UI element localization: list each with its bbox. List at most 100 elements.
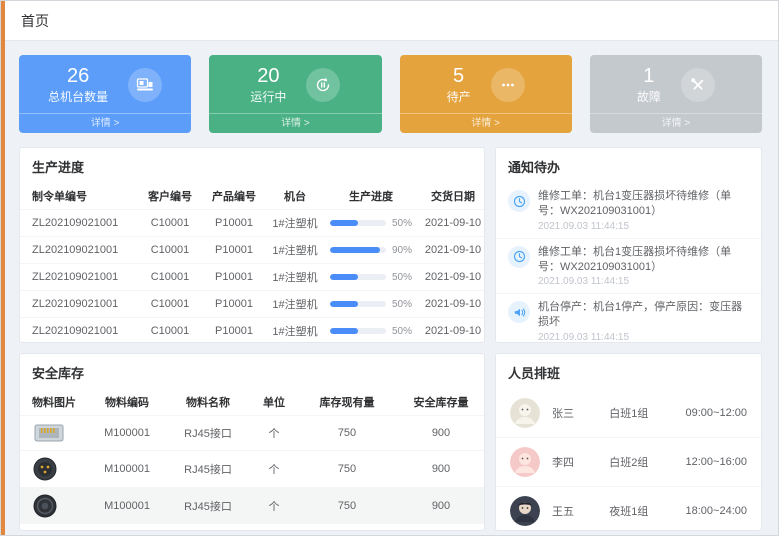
order-number: ZL202109021001 bbox=[20, 291, 138, 318]
delivery-date: 2021-09-10 bbox=[418, 291, 485, 318]
staff-schedule-panel: 人员排班 张三 白班1组 09:00~12:00 李四 白班2组 12:00~1… bbox=[495, 353, 762, 531]
production-table: 制令单编号 客户编号 产品编号 机台 生产进度 交货日期 ZL202109021… bbox=[20, 183, 485, 343]
notice-item[interactable]: 机台停产：机台1停产，停产原因：变压器损坏 2021.09.03 11:44:1… bbox=[496, 293, 761, 343]
material-image-cell bbox=[20, 451, 86, 488]
progress-percent: 50% bbox=[392, 218, 412, 229]
column-header: 库存现有量 bbox=[300, 389, 394, 416]
progress-bar: 50% bbox=[327, 326, 415, 337]
table-row: ZL202109021001 C10001 P10001 1#注塑机 90% 2… bbox=[20, 237, 485, 264]
column-header: 单位 bbox=[248, 389, 300, 416]
speaker-part-image bbox=[32, 493, 58, 519]
product-number: P10001 bbox=[202, 237, 266, 264]
progress-bar: 50% bbox=[327, 218, 415, 229]
column-header: 机台 bbox=[266, 183, 324, 210]
page-header: 首页 bbox=[1, 1, 778, 41]
speaker-icon bbox=[508, 301, 530, 323]
material-unit: 个 bbox=[248, 488, 300, 525]
stat-value: 26 bbox=[48, 65, 108, 88]
column-header: 安全库存量 bbox=[394, 389, 485, 416]
column-header: 生产进度 bbox=[324, 183, 418, 210]
detail-link[interactable]: 详情 > bbox=[590, 113, 762, 133]
table-row: ZL202109021001 C10001 P10001 1#注塑机 50% 2… bbox=[20, 264, 485, 291]
stock-quantity: 750 bbox=[300, 451, 394, 488]
panel-title: 通知待办 bbox=[496, 148, 761, 183]
stock-quantity: 750 bbox=[300, 416, 394, 451]
panel-title: 生产进度 bbox=[20, 148, 484, 183]
delivery-date: 2021-09-10 bbox=[418, 318, 485, 344]
progress-bar: 50% bbox=[327, 272, 415, 283]
table-row: M100001 RJ45接口 个 750 900 bbox=[20, 416, 485, 451]
safety-quantity: 900 bbox=[394, 451, 485, 488]
column-header: 物料编码 bbox=[86, 389, 168, 416]
tools-icon bbox=[681, 68, 715, 102]
customer-number: C10001 bbox=[138, 210, 202, 237]
progress-percent: 50% bbox=[392, 326, 412, 337]
material-unit: 个 bbox=[248, 451, 300, 488]
dashboard-screen: 首页 26 总机台数量 详情 > 20 bbox=[0, 0, 779, 536]
product-number: P10001 bbox=[202, 210, 266, 237]
material-image-cell bbox=[20, 488, 86, 525]
ellipsis-icon bbox=[491, 68, 525, 102]
notice-text: 维修工单：机台1变压器损坏待维修（单号：WX202109031001） bbox=[538, 245, 749, 275]
customer-number: C10001 bbox=[138, 318, 202, 344]
machine-name: 1#注塑机 bbox=[266, 264, 324, 291]
production-progress-panel: 生产进度 制令单编号 客户编号 产品编号 机台 生产进度 交货日期 bbox=[19, 147, 485, 343]
progress-percent: 90% bbox=[392, 245, 412, 256]
notice-time: 2021.09.03 11:44:15 bbox=[538, 221, 749, 232]
order-number: ZL202109021001 bbox=[20, 210, 138, 237]
progress-percent: 50% bbox=[392, 299, 412, 310]
notice-text: 维修工单：机台1变压器损坏待维修（单号：WX202109031001） bbox=[538, 189, 749, 219]
progress-bar: 90% bbox=[327, 245, 415, 256]
notice-time: 2021.09.03 11:44:15 bbox=[538, 332, 749, 343]
detail-link[interactable]: 详情 > bbox=[400, 113, 572, 133]
staff-shift: 白班2组 bbox=[609, 454, 673, 470]
stat-label: 运行中 bbox=[250, 88, 286, 105]
main-content: 26 总机台数量 详情 > 20 运行中 bbox=[1, 41, 778, 531]
staff-row: 王五 夜班1组 18:00~24:00 bbox=[496, 486, 761, 531]
product-number: P10001 bbox=[202, 291, 266, 318]
stat-value: 20 bbox=[250, 65, 286, 88]
staff-shift: 白班1组 bbox=[609, 405, 673, 421]
safety-quantity: 900 bbox=[394, 416, 485, 451]
staff-name: 张三 bbox=[552, 405, 597, 421]
machine-name: 1#注塑机 bbox=[266, 210, 324, 237]
material-name: RJ45接口 bbox=[168, 416, 248, 451]
column-header: 物料名称 bbox=[168, 389, 248, 416]
stat-card-fault[interactable]: 1 故障 详情 > bbox=[590, 55, 762, 133]
detail-link[interactable]: 详情 > bbox=[209, 113, 381, 133]
table-row: M100001 RJ45接口 个 750 900 bbox=[20, 451, 485, 488]
staff-time: 18:00~24:00 bbox=[686, 505, 747, 517]
stat-value: 1 bbox=[637, 65, 661, 88]
safety-quantity: 900 bbox=[394, 488, 485, 525]
stat-card-total-machines[interactable]: 26 总机台数量 详情 > bbox=[19, 55, 191, 133]
clock-icon bbox=[508, 246, 530, 268]
stat-label: 故障 bbox=[637, 88, 661, 105]
order-number: ZL202109021001 bbox=[20, 264, 138, 291]
staff-time: 09:00~12:00 bbox=[686, 407, 747, 419]
table-row: ZL202109021001 C10001 P10001 1#注塑机 50% 2… bbox=[20, 291, 485, 318]
material-code: M100001 bbox=[86, 451, 168, 488]
table-row: ZL202109021001 C10001 P10001 1#注塑机 50% 2… bbox=[20, 318, 485, 344]
page-title: 首页 bbox=[21, 11, 49, 31]
table-row: M100001 RJ45接口 个 750 900 bbox=[20, 488, 485, 525]
stat-card-running[interactable]: 20 运行中 详情 > bbox=[209, 55, 381, 133]
stat-label: 待产 bbox=[447, 88, 471, 105]
customer-number: C10001 bbox=[138, 291, 202, 318]
stat-label: 总机台数量 bbox=[48, 88, 108, 105]
material-code: M100001 bbox=[86, 488, 168, 525]
detail-link[interactable]: 详情 > bbox=[19, 113, 191, 133]
stat-card-waiting[interactable]: 5 待产 详情 > bbox=[400, 55, 572, 133]
running-icon bbox=[306, 68, 340, 102]
panel-title: 人员排班 bbox=[496, 354, 761, 389]
notice-item[interactable]: 维修工单：机台1变压器损坏待维修（单号：WX202109031001） 2021… bbox=[496, 183, 761, 238]
rj45-connector-image bbox=[32, 421, 66, 445]
staff-time: 12:00~16:00 bbox=[686, 456, 747, 468]
material-unit: 个 bbox=[248, 416, 300, 451]
notice-item[interactable]: 维修工单：机台1变压器损坏待维修（单号：WX202109031001） 2021… bbox=[496, 238, 761, 294]
product-number: P10001 bbox=[202, 318, 266, 344]
avatar bbox=[510, 496, 540, 526]
notice-time: 2021.09.03 11:44:15 bbox=[538, 276, 749, 287]
column-header: 制令单编号 bbox=[20, 183, 138, 210]
machine-icon bbox=[128, 68, 162, 102]
customer-number: C10001 bbox=[138, 264, 202, 291]
